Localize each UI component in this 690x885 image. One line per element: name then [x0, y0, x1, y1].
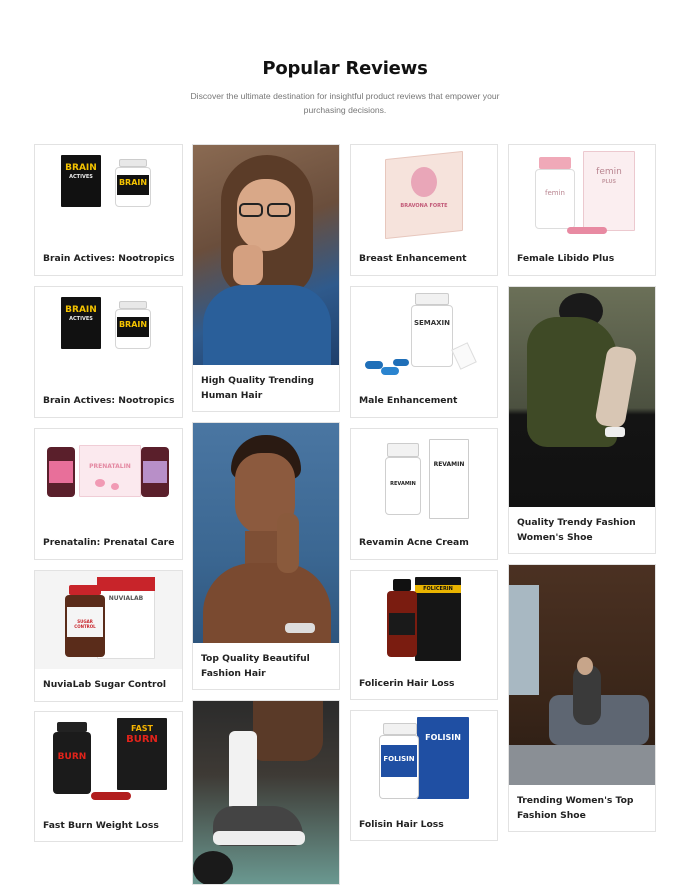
- brain-actives-product-image: BRAIN ACTIVES BRAIN: [35, 287, 182, 387]
- card-title: Trending Women's Top Fashion Shoe: [517, 795, 634, 821]
- card-title: Breast Enhancement: [359, 253, 467, 264]
- brain-actives-product-image: BRAIN ACTIVES BRAIN: [35, 145, 182, 245]
- fast-burn-product-image: FAST BURN BURN: [35, 712, 182, 812]
- review-card-male-enhancement[interactable]: SEMAXIN Male Enhancement: [350, 286, 498, 418]
- folicerin-product-image: FOLICERIN: [351, 571, 497, 669]
- review-card-sneakers[interactable]: [192, 700, 340, 885]
- review-card-fast-burn[interactable]: FAST BURN BURN Fast Burn Weight Loss: [34, 711, 183, 842]
- nuvialab-product-image: NUVIALAB SUGAR CONTROL: [35, 571, 182, 669]
- card-title: Female Libido Plus: [517, 253, 615, 264]
- review-card-folisin[interactable]: FOLISIN FOLISIN Folisin Hair Loss: [350, 710, 498, 841]
- card-title: Revamin Acne Cream: [359, 537, 469, 548]
- card-title: Quality Trendy Fashion Women's Shoe: [517, 517, 636, 543]
- review-card-folicerin[interactable]: FOLICERIN Folicerin Hair Loss: [350, 570, 498, 700]
- bravona-forte-product-image: BRAVONA FORTE: [351, 145, 497, 245]
- review-card-prenatalin[interactable]: PRENATALIN Prenatalin: Prenatal Care: [34, 428, 183, 560]
- card-title: NuviaLab Sugar Control: [43, 679, 167, 690]
- woman-bedroom-photo: [509, 565, 655, 785]
- femin-plus-product-image: femin PLUS femin: [509, 145, 655, 245]
- review-card-brain-actives[interactable]: BRAIN ACTIVES BRAIN Brain Actives: Nootr…: [34, 144, 183, 276]
- folisin-product-image: FOLISIN FOLISIN: [351, 711, 497, 811]
- semaxin-product-image: SEMAXIN: [351, 287, 497, 387]
- card-title: High Quality Trending Human Hair: [201, 375, 314, 401]
- review-card-human-hair[interactable]: High Quality Trending Human Hair: [192, 144, 340, 412]
- review-card-nuvialab[interactable]: NUVIALAB SUGAR CONTROL NuviaLab Sugar Co…: [34, 570, 183, 702]
- review-card-breast-enhancement[interactable]: BRAVONA FORTE Breast Enhancement: [350, 144, 498, 276]
- prenatalin-product-image: PRENATALIN: [35, 429, 182, 529]
- card-title: Fast Burn Weight Loss: [43, 820, 159, 831]
- sneakers-photo: [193, 701, 339, 884]
- review-card-revamin[interactable]: REVAMIN REVAMIN Revamin Acne Cream: [350, 428, 498, 560]
- card-title: Prenatalin: Prenatal Care: [43, 537, 175, 548]
- section-title: Popular Reviews: [262, 58, 428, 79]
- review-card-trendy-fashion-shoe[interactable]: Quality Trendy Fashion Women's Shoe: [508, 286, 656, 554]
- section-subtitle: Discover the ultimate destination for in…: [190, 91, 500, 115]
- card-title: Brain Actives: Nootropics: [43, 395, 175, 406]
- review-card-female-libido[interactable]: femin PLUS femin Female Libido Plus: [508, 144, 656, 276]
- card-title: Brain Actives: Nootropics: [43, 253, 175, 264]
- review-card-brain-actives[interactable]: BRAIN ACTIVES BRAIN Brain Actives: Nootr…: [34, 286, 183, 418]
- card-title: Top Quality Beautiful Fashion Hair: [201, 653, 310, 679]
- section-header: Popular Reviews Discover the ultimate de…: [0, 58, 690, 117]
- woman-glasses-photo: [193, 145, 339, 365]
- card-title: Male Enhancement: [359, 395, 458, 406]
- fashion-woman-coat-photo: [509, 287, 655, 507]
- review-card-fashion-hair[interactable]: Top Quality Beautiful Fashion Hair: [192, 422, 340, 690]
- revamin-product-image: REVAMIN REVAMIN: [351, 429, 497, 529]
- review-card-womens-top-fashion-shoe[interactable]: Trending Women's Top Fashion Shoe: [508, 564, 656, 832]
- card-title: Folisin Hair Loss: [359, 819, 444, 830]
- card-title: Folicerin Hair Loss: [359, 678, 455, 689]
- woman-portrait-photo: [193, 423, 339, 643]
